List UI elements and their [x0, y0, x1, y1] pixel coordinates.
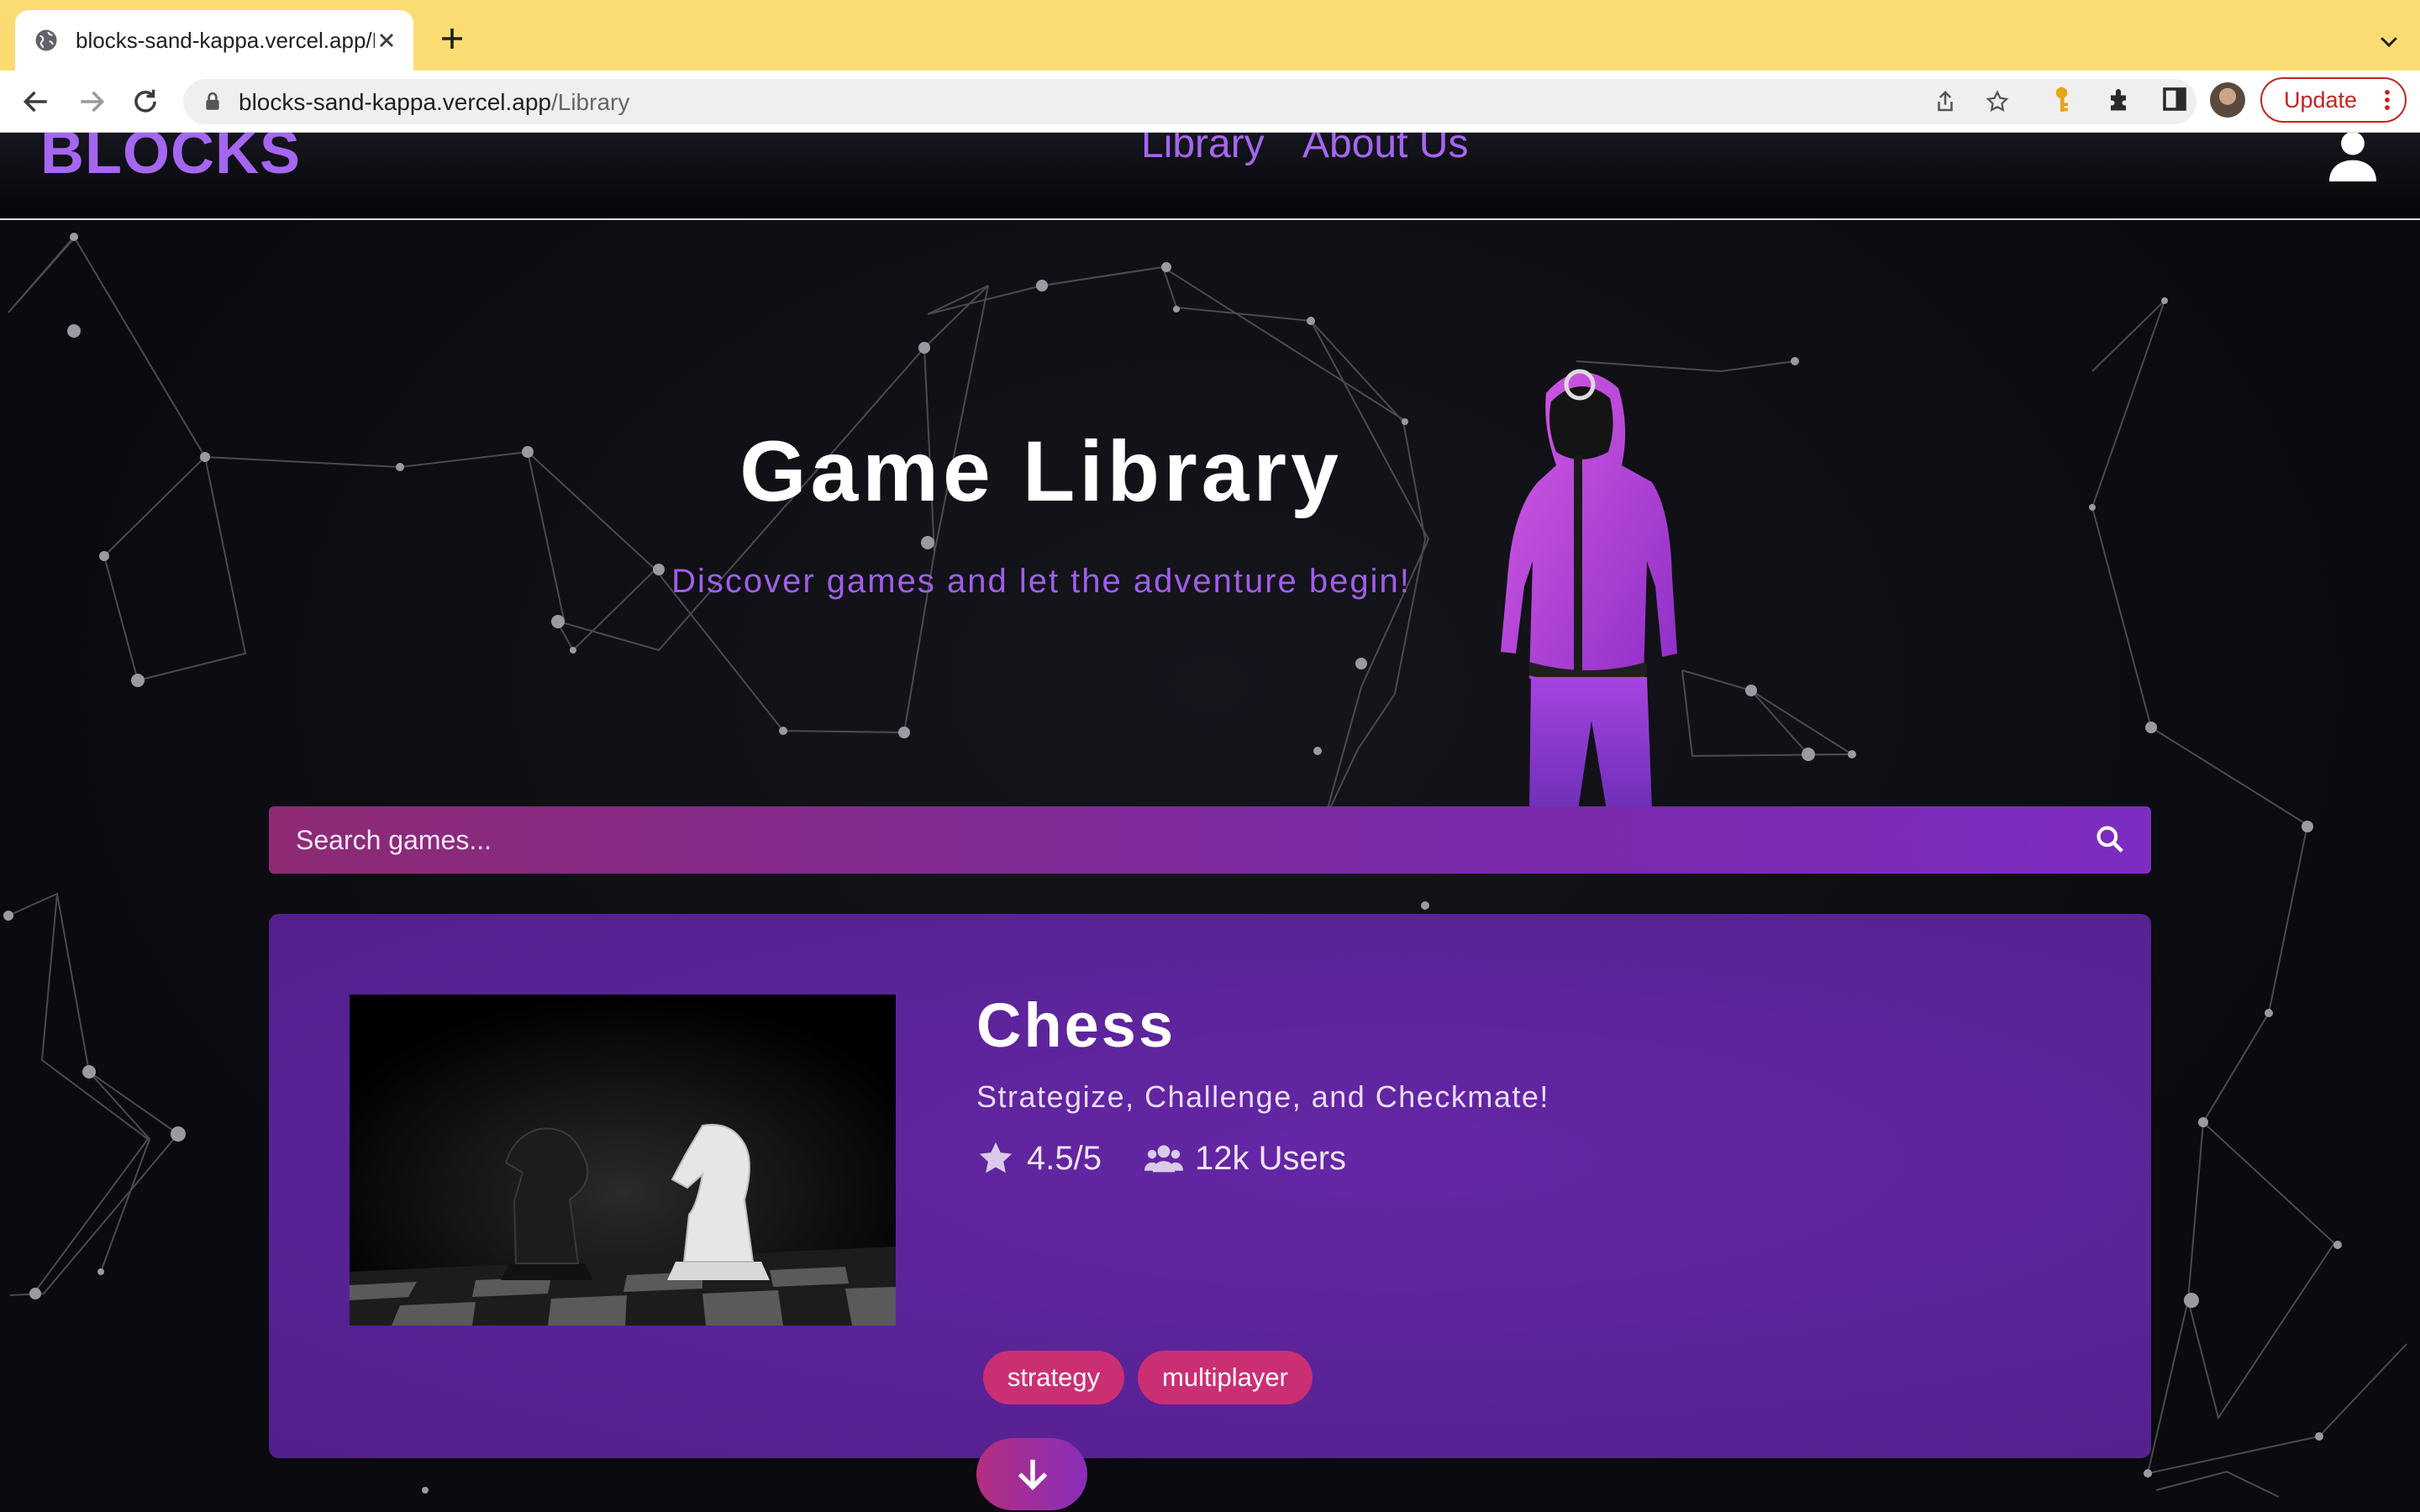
- hooded-guard-figure-image: [1501, 369, 1677, 810]
- site-logo[interactable]: BLOCKS: [40, 133, 301, 183]
- page-title: Game Library: [739, 423, 1343, 519]
- bookmark-star-icon[interactable]: [1985, 89, 2010, 114]
- download-arrow-icon: [1018, 1459, 1048, 1491]
- globe-icon: [35, 29, 57, 51]
- close-icon[interactable]: [375, 29, 398, 52]
- tab-title: blocks-sand-kappa.vercel.app/Library: [76, 27, 375, 53]
- game-card[interactable]: Chess Strategize, Challenge, and Checkma…: [269, 914, 2151, 1510]
- lock-icon[interactable]: [202, 91, 224, 113]
- url-text: blocks-sand-kappa.vercel.app/Library: [239, 89, 629, 116]
- chess-knights-image: [350, 995, 896, 1326]
- game-tagline: Strategize, Challenge, and Checkmate!: [976, 1079, 1549, 1114]
- address-bar[interactable]: blocks-sand-kappa.vercel.app/Library: [183, 79, 2196, 124]
- profile-avatar[interactable]: [2210, 82, 2245, 118]
- user-icon[interactable]: [2326, 133, 2380, 181]
- share-icon[interactable]: [1933, 89, 1958, 114]
- game-users: 12k Users: [1144, 1137, 1346, 1179]
- search-icon[interactable]: [2094, 823, 2126, 855]
- forward-arrow-icon[interactable]: [76, 86, 108, 118]
- key-extension-icon[interactable]: [2050, 84, 2081, 114]
- tag-strategy[interactable]: strategy: [983, 1351, 1124, 1404]
- new-tab-icon[interactable]: [437, 24, 467, 54]
- nav-link-library[interactable]: Library: [1141, 133, 1265, 165]
- page-subtitle: Discover games and let the adventure beg…: [671, 563, 1411, 600]
- back-arrow-icon[interactable]: [20, 86, 52, 118]
- page-content: BLOCKS Library About Us Game Library Dis…: [0, 133, 2420, 1512]
- extensions-puzzle-icon[interactable]: [2106, 84, 2136, 114]
- nav-link-about-us[interactable]: About Us: [1302, 133, 1468, 165]
- game-title: Chess: [976, 990, 1176, 1060]
- url-host: blocks-sand-kappa.vercel.app: [239, 89, 551, 115]
- site-header: BLOCKS Library About Us: [0, 133, 2420, 220]
- search-bar: [269, 806, 2151, 874]
- users-count: 12k Users: [1195, 1139, 1347, 1177]
- users-icon: [1144, 1145, 1183, 1173]
- url-path: /Library: [550, 89, 630, 115]
- update-label: Update: [2284, 87, 2358, 113]
- tag-multiplayer[interactable]: multiplayer: [1138, 1351, 1313, 1404]
- download-button[interactable]: [976, 1438, 1087, 1510]
- search-input[interactable]: [296, 822, 2060, 858]
- browser-tab[interactable]: blocks-sand-kappa.vercel.app/Library: [15, 10, 413, 71]
- rating-value: 4.5/5: [1027, 1139, 1102, 1177]
- more-vert-icon: [2385, 90, 2390, 110]
- game-rating: 4.5/5: [976, 1137, 1102, 1179]
- star-icon: [979, 1142, 1013, 1173]
- update-button[interactable]: Update: [2260, 77, 2407, 123]
- chevron-down-icon[interactable]: [2376, 29, 2402, 54]
- browser-tab-strip: blocks-sand-kappa.vercel.app/Library: [0, 0, 2420, 71]
- reload-icon[interactable]: [129, 86, 161, 118]
- side-panel-icon[interactable]: [2160, 84, 2190, 114]
